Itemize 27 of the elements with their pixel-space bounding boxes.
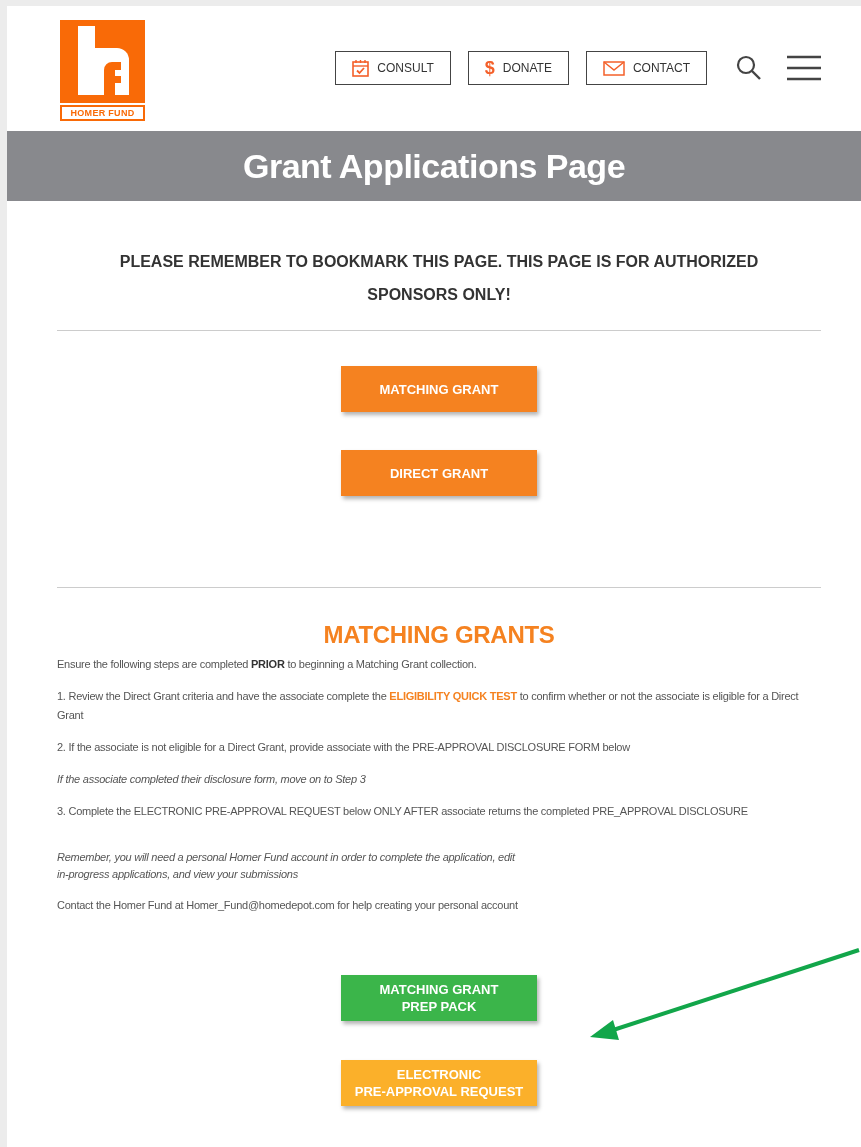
logo-wordmark: HOMER FUND — [60, 105, 145, 121]
paragraph: Ensure the following steps are completed PRIOR to beginning a Matching Grant collection. — [57, 657, 478, 672]
paragraph: 1. Review the Direct Grant criteria and have the associate complete the ELIGIBILITY QUICK TEST to confirm whether or not the associate is eligible for a Direct Grant — [57, 689, 800, 723]
calendar-check-icon — [352, 59, 370, 77]
envelope-icon — [602, 60, 625, 76]
grant-button[interactable]: ELECTRONIC PRE-APPROVAL REQUEST — [341, 1060, 537, 1106]
grant-button[interactable]: MATCHING GRANT PREP PACK — [341, 975, 537, 1021]
eligibility-link[interactable]: ELIGIBILITY QUICK TEST — [389, 690, 517, 702]
dollar-icon: $ — [484, 57, 495, 79]
paragraph: Contact the Homer Fund at Homer_Fund@homedepot.com for help creating your personal account — [57, 898, 519, 913]
paragraph: 2. If the associate is not eligible for a Direct Grant, provide associate with the PRE-APPROVAL DISCLOSURE FORM below — [57, 740, 631, 755]
nav-label: DONATE — [502, 61, 552, 75]
paragraph: Remember, you will need a personal Homer Fund account in order to complete the application, edit in-progress applications, and view your submissions — [57, 850, 517, 882]
page-title: Grant Applications Page — [242, 146, 626, 186]
paragraph: If the associate completed their disclosure form, move on to Step 3 — [57, 772, 367, 787]
grant-button[interactable]: DIRECT GRANT — [341, 450, 537, 496]
section-heading: MATCHING GRANTS — [322, 621, 556, 649]
paragraph: 3. Complete the ELECTRONIC PRE-APPROVAL REQUEST below ONLY AFTER associate returns the completed PRE_APPROVAL DISCLOSURE — [57, 804, 749, 819]
nav-button[interactable]: CONTACT — [585, 51, 707, 85]
nav-label: CONSULT — [377, 61, 434, 75]
menu-icon[interactable] — [787, 55, 821, 81]
nav-button[interactable]: CONSULT — [335, 51, 451, 85]
nav-label: CONTACT — [632, 61, 690, 75]
grant-button[interactable]: MATCHING GRANT — [341, 366, 537, 412]
notice-text: PLEASE REMEMBER TO BOOKMARK THIS PAGE. THIS PAGE IS FOR AUTHORIZED SPONSORS ONLY! — [118, 252, 760, 305]
search-icon[interactable] — [736, 55, 762, 81]
nav-button[interactable]: $ DONATE — [467, 51, 569, 85]
